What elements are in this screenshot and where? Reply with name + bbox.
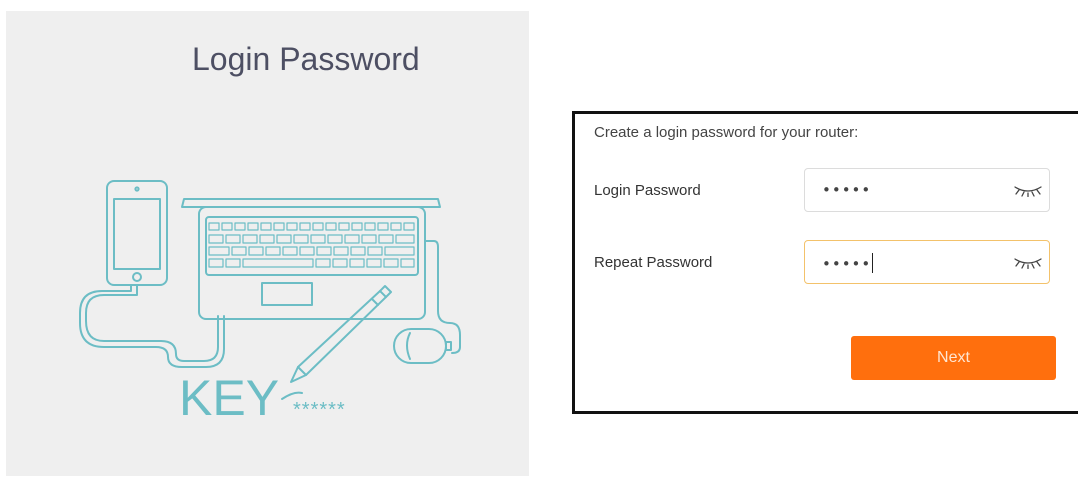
login-illustration: KEY ****** [79,180,461,426]
repeat-password-value: ••••• [822,253,874,273]
login-password-label: Login Password [594,182,701,199]
key-asterisks: ****** [293,399,346,421]
login-password-value: ••••• [822,181,872,199]
phone-icon [106,180,168,286]
repeat-password-field[interactable]: ••••• [804,240,1050,284]
mouse-icon [393,328,452,364]
pencil-icon [290,285,392,383]
repeat-password-label: Repeat Password [594,254,713,271]
form-intro: Create a login password for your router: [594,124,859,141]
text-caret [872,253,874,273]
eye-closed-icon[interactable] [1013,255,1043,269]
left-panel: Login Password KEY ****** [6,11,529,476]
password-form: Create a login password for your router:… [572,111,1078,414]
key-text: KEY [179,370,279,426]
login-password-field[interactable]: ••••• [804,168,1050,212]
next-button[interactable]: Next [851,336,1056,380]
eye-closed-icon[interactable] [1013,183,1043,197]
